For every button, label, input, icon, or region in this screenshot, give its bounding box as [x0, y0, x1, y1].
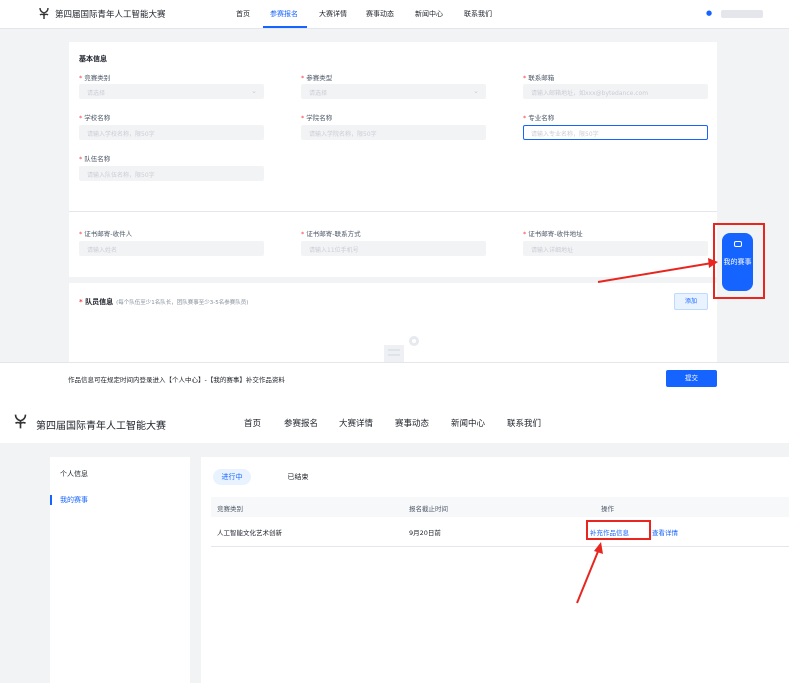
field-label-address: * 证书邮寄-收件地址 [523, 230, 583, 238]
nav-news-events[interactable]: 赛事动态 [366, 9, 394, 19]
nav-active-indicator [263, 26, 307, 28]
email-input[interactable]: 请输入邮箱地址，如xxx@bytedance.com [523, 84, 708, 99]
brand-title[interactable]: 第四届国际青年人工智能大赛 [36, 417, 166, 432]
college-input[interactable]: 请输入学院名称，限50字 [301, 125, 486, 140]
table-row: 人工智能文化艺术创新 9月20日前 补充作品信息 查看详情 [211, 517, 789, 547]
add-member-button[interactable]: 添加 [674, 293, 708, 310]
type-select[interactable]: 请选择 ⌄ [301, 84, 486, 99]
field-label-college: * 学院名称 [301, 114, 333, 122]
major-input[interactable]: 请输入专业名称，限50字 [523, 125, 708, 140]
column-header-deadline: 报名截止时间 [409, 505, 448, 513]
top-nav: 第四届国际青年人工智能大赛 首页 参赛报名 大赛详情 赛事动态 新闻中心 联系我… [0, 403, 789, 443]
nav-news-events[interactable]: 赛事动态 [395, 417, 429, 429]
nav-register[interactable]: 参赛报名 [284, 417, 318, 429]
field-label-school: * 学校名称 [79, 114, 111, 122]
sidebar-item-my-competitions[interactable]: 我的赛事 [60, 495, 88, 505]
submit-button[interactable]: 提交 [666, 370, 717, 387]
chevron-down-icon: ⌄ [473, 87, 479, 95]
cell-deadline: 9月20日前 [409, 529, 441, 537]
team-name-input[interactable]: 请输入队伍名称，限50字 [79, 166, 264, 181]
tab-ongoing[interactable]: 进行中 [213, 469, 251, 485]
recipient-input[interactable]: 请输入姓名 [79, 241, 264, 256]
nav-contact[interactable]: 联系我们 [507, 417, 541, 429]
section-title-members: * 队员信息 (每个队伍至少1名队长，团队赛事至少3-5名参赛队员) [79, 298, 249, 306]
divider [69, 211, 717, 212]
tab-ended[interactable]: 已结束 [283, 469, 313, 485]
basic-info-card: 基本信息 * 竞赛类别 请选择 ⌄ * 参赛类型 请选择 ⌄ * 联系邮箱 请输入邮箱地址… [69, 42, 717, 277]
annotation-highlight-box [713, 223, 765, 299]
bottom-note: 作品信息可在规定时间内登录进入【个人中心】-【我的赛事】补交作品资料 [68, 376, 285, 384]
sidebar-item-profile[interactable]: 个人信息 [60, 469, 88, 479]
my-competitions-panel: 第四届国际青年人工智能大赛 首页 参赛报名 大赛详情 赛事动态 新闻中心 联系我… [0, 403, 789, 683]
address-input[interactable]: 请输入详细地址 [523, 241, 708, 256]
team-members-card: * 队员信息 (每个队伍至少1名队长，团队赛事至少3-5名参赛队员) 添加 [69, 283, 717, 365]
category-select[interactable]: 请选择 ⌄ [79, 84, 264, 99]
field-label-email: * 联系邮箱 [523, 74, 555, 82]
nav-home[interactable]: 首页 [236, 9, 250, 19]
registration-panel: 第四届国际青年人工智能大赛 首页 参赛报名 大赛详情 赛事动态 新闻中心 联系我… [0, 0, 789, 393]
logo-icon [14, 414, 27, 429]
sidebar: 个人信息 我的赛事 [50, 457, 190, 683]
panel-separator [0, 393, 789, 403]
brand-title[interactable]: 第四届国际青年人工智能大赛 [55, 8, 166, 20]
user-name-blurred[interactable] [721, 10, 763, 18]
nav-home[interactable]: 首页 [244, 417, 261, 429]
user-icon[interactable]: ● [706, 10, 713, 17]
cell-category: 人工智能文化艺术创新 [217, 529, 282, 537]
column-header-actions: 操作 [601, 505, 614, 513]
field-label-contact: * 证书邮寄-联系方式 [301, 230, 361, 238]
empty-state-illustration [384, 336, 419, 365]
field-label-category: * 竞赛类别 [79, 74, 111, 82]
section-title-basic: 基本信息 [79, 55, 107, 63]
nav-register[interactable]: 参赛报名 [270, 9, 298, 19]
column-header-category: 竞赛类别 [217, 505, 243, 513]
bottom-action-bar: 作品信息可在规定时间内登录进入【个人中心】-【我的赛事】补交作品资料 提交 [0, 362, 789, 393]
field-label-team: * 队伍名称 [79, 155, 111, 163]
school-input[interactable]: 请输入学校名称，限50字 [79, 125, 264, 140]
nav-details[interactable]: 大赛详情 [319, 9, 347, 19]
top-nav: 第四届国际青年人工智能大赛 首页 参赛报名 大赛详情 赛事动态 新闻中心 联系我… [0, 0, 789, 29]
competitions-table-area: 进行中 已结束 竞赛类别 报名截止时间 操作 人工智能文化艺术创新 9月20日前… [201, 457, 789, 683]
field-label-major: * 专业名称 [523, 114, 555, 122]
table-header: 竞赛类别 报名截止时间 操作 [211, 497, 789, 517]
sidebar-active-indicator [50, 495, 52, 505]
view-details-link[interactable]: 查看详情 [652, 527, 678, 537]
annotation-highlight-box [586, 520, 651, 540]
field-label-type: * 参赛类型 [301, 74, 333, 82]
field-label-recipient: * 证书邮寄-收件人 [79, 230, 133, 238]
nav-details[interactable]: 大赛详情 [339, 417, 373, 429]
nav-news-center[interactable]: 新闻中心 [415, 9, 443, 19]
nav-news-center[interactable]: 新闻中心 [451, 417, 485, 429]
logo-icon [39, 7, 49, 19]
contact-input[interactable]: 请输入11位手机号 [301, 241, 486, 256]
chevron-down-icon: ⌄ [251, 87, 257, 95]
nav-contact[interactable]: 联系我们 [464, 9, 492, 19]
